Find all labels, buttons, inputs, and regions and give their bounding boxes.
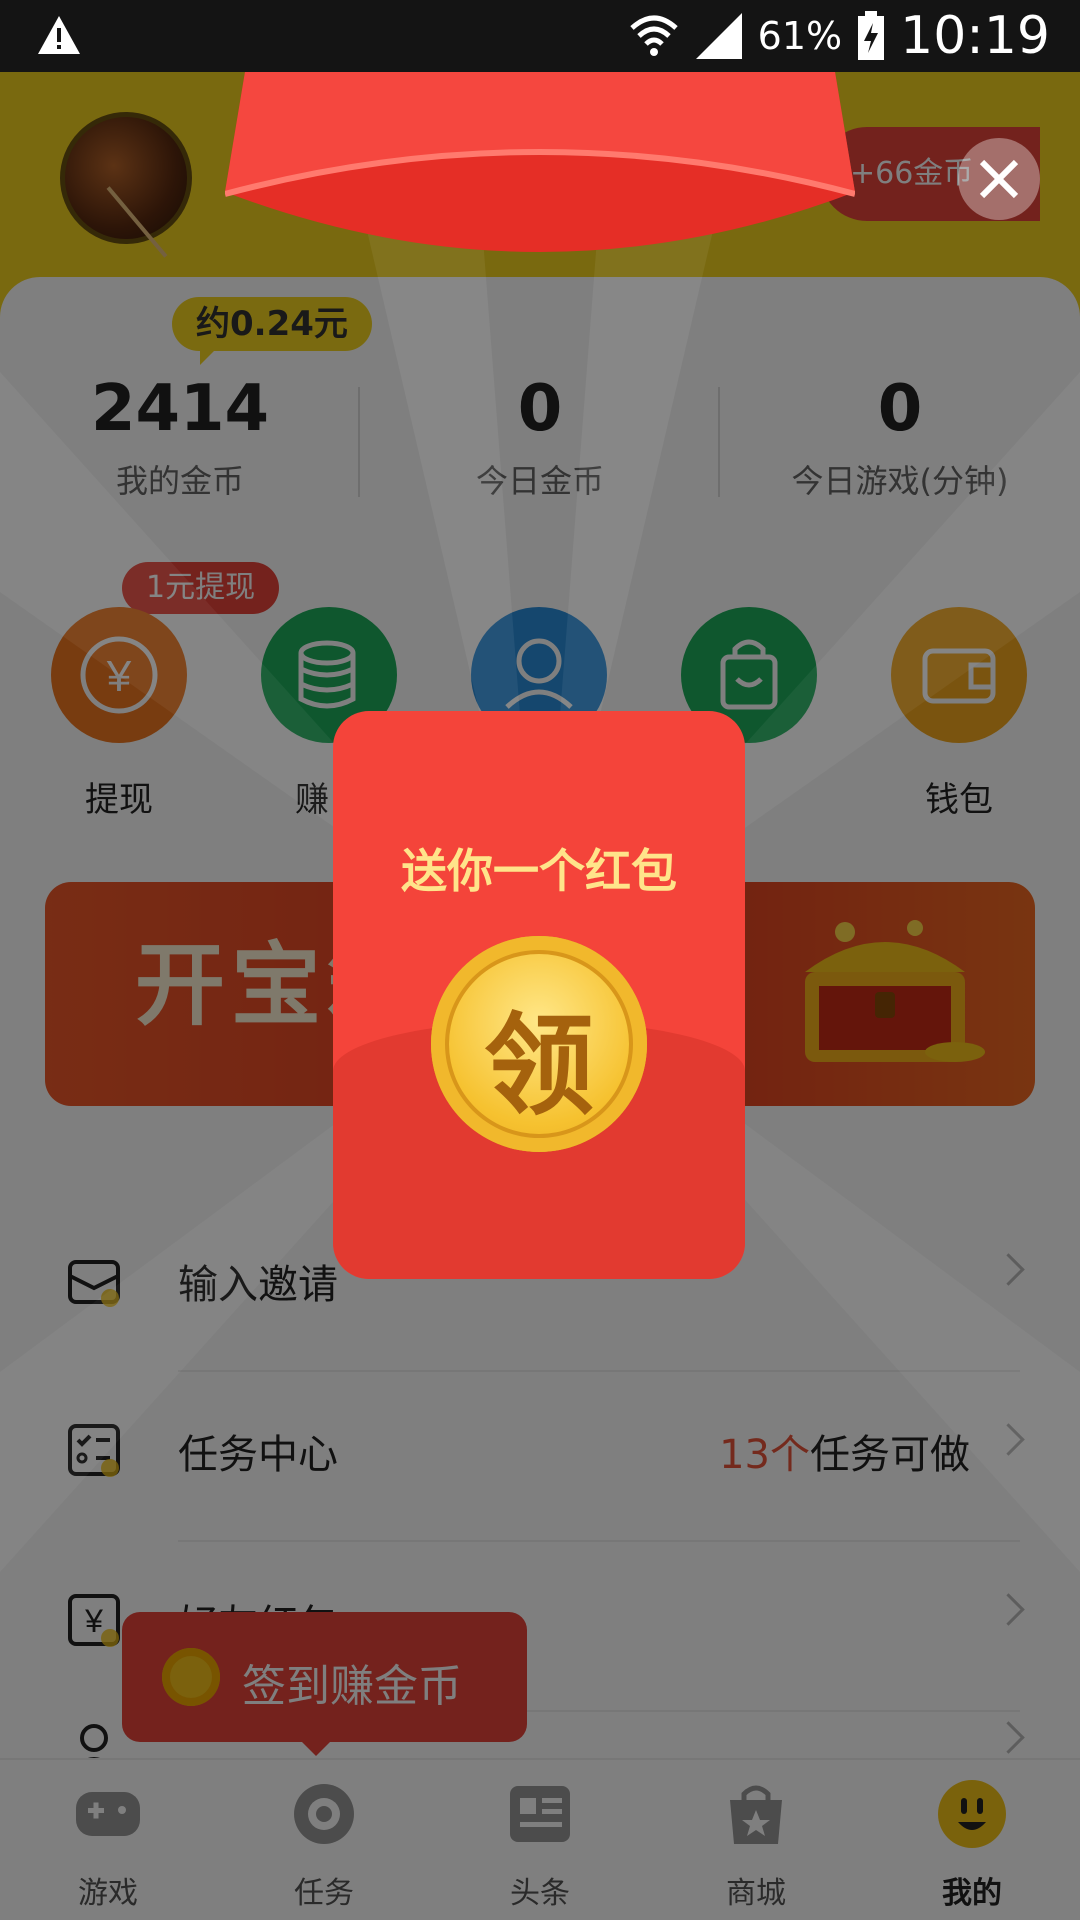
warning-icon [38, 16, 80, 54]
signal-icon [695, 13, 742, 59]
claim-button[interactable]: 领 [431, 936, 647, 1152]
close-button[interactable] [958, 138, 1040, 220]
battery-icon [858, 11, 885, 60]
close-icon [979, 159, 1019, 199]
battery-percent: 61% [757, 14, 843, 58]
red-envelope-modal: 送你一个红包 领 [333, 711, 745, 1279]
wifi-icon [629, 15, 678, 56]
claim-label: 领 [484, 1002, 594, 1130]
envelope-title: 送你一个红包 [401, 844, 677, 898]
envelope-flap [225, 72, 855, 252]
status-bar: 61% 10:19 [0, 0, 1080, 72]
clock: 10:19 [900, 6, 1050, 66]
